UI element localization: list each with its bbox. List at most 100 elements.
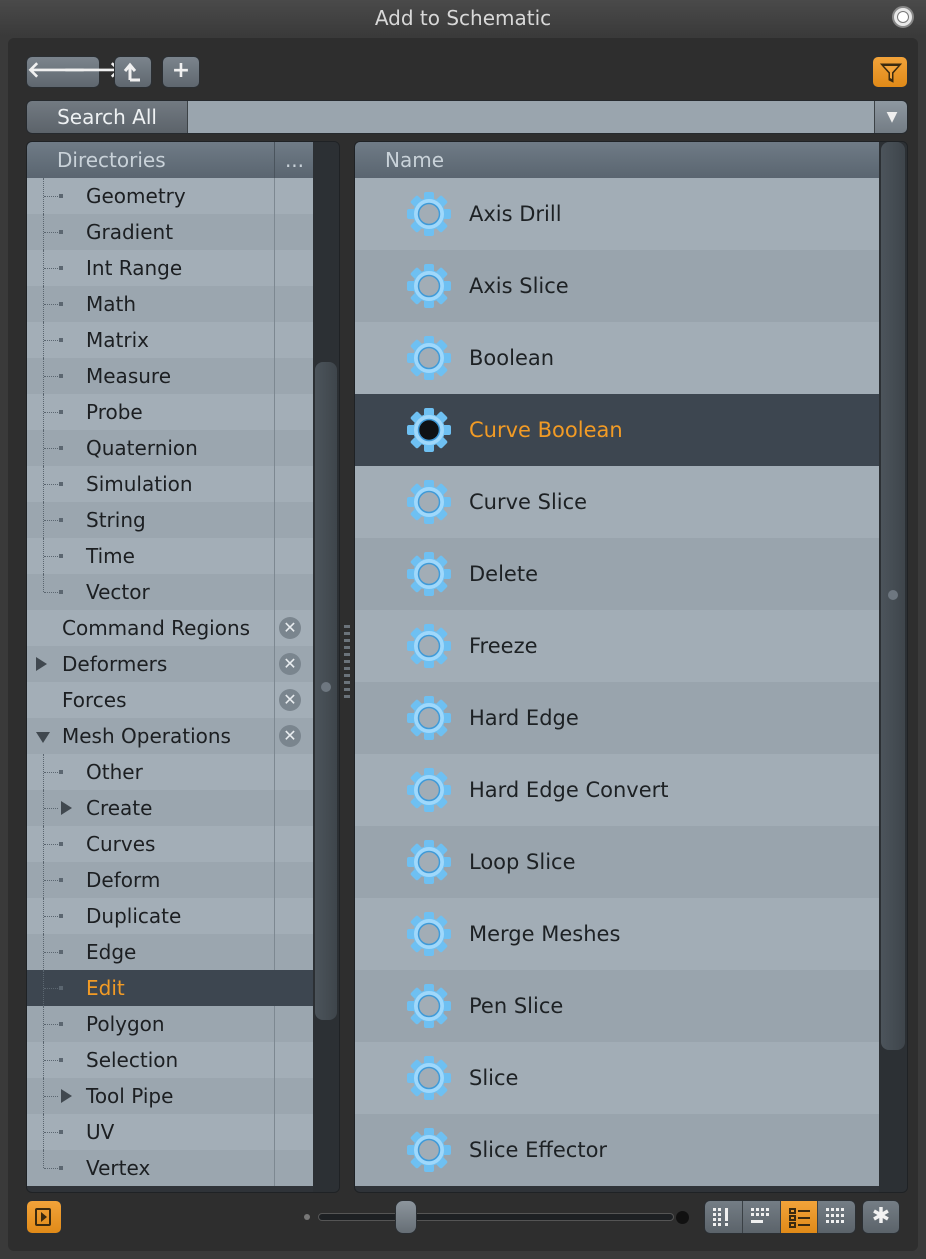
list-view-icon — [788, 1208, 810, 1228]
tree-node-icon — [59, 554, 63, 558]
directory-item-label: Duplicate — [86, 904, 182, 928]
list-item-label: Slice — [469, 1066, 519, 1090]
slider-min-icon — [304, 1214, 310, 1220]
directory-item[interactable]: Command Regions ✕ — [27, 610, 313, 646]
items-scrollbar[interactable] — [879, 142, 907, 1192]
directory-item[interactable]: Vector — [27, 574, 313, 610]
remove-directory-icon[interactable]: ✕ — [279, 617, 301, 639]
tree-node-icon — [59, 950, 63, 954]
list-item[interactable]: Freeze — [355, 610, 879, 682]
tree-node-icon — [59, 446, 63, 450]
list-item[interactable]: Slice — [355, 1042, 879, 1114]
directory-item-label: Tool Pipe — [86, 1084, 174, 1108]
settings-button[interactable]: ✱ — [862, 1200, 900, 1234]
list-item[interactable]: Hard Edge Convert — [355, 754, 879, 826]
expand-right-icon[interactable] — [61, 801, 72, 815]
tree-node-icon — [59, 230, 63, 234]
directories-scroll-thumb[interactable] — [315, 362, 337, 1020]
list-item[interactable]: Curve Boolean — [355, 394, 879, 466]
list-item[interactable]: Slice Effector — [355, 1114, 879, 1186]
directory-item-label: Simulation — [86, 472, 193, 496]
chevron-down-icon[interactable]: ▼ — [874, 101, 907, 133]
list-item[interactable]: Boolean — [355, 322, 879, 394]
window-record-icon[interactable] — [892, 6, 914, 28]
directory-item[interactable]: UV — [27, 1114, 313, 1150]
directory-item[interactable]: Int Range — [27, 250, 313, 286]
arrow-right-icon[interactable]: 🡒 — [63, 57, 122, 85]
directory-item[interactable]: Deformers ✕ — [27, 646, 313, 682]
up-level-button[interactable] — [114, 56, 152, 88]
remove-directory-icon[interactable]: ✕ — [279, 653, 301, 675]
directory-item[interactable]: Gradient — [27, 214, 313, 250]
search-input[interactable] — [188, 101, 874, 133]
expand-right-icon[interactable] — [61, 1089, 72, 1103]
directory-item[interactable]: Edge — [27, 934, 313, 970]
add-button[interactable]: + — [162, 56, 200, 88]
directory-item[interactable]: Selection — [27, 1042, 313, 1078]
filter-button[interactable] — [872, 56, 908, 88]
directory-item[interactable]: Edit — [27, 970, 313, 1006]
gear-icon — [405, 550, 453, 598]
name-column-header[interactable]: Name — [355, 142, 879, 178]
directories-more-button[interactable]: ... — [274, 142, 314, 178]
name-column-label: Name — [385, 148, 445, 172]
list-item-label: Curve Slice — [469, 490, 588, 514]
arrow-left-icon[interactable]: 🡐 — [27, 57, 86, 85]
directory-item[interactable]: Mesh Operations ✕ — [27, 718, 313, 754]
directories-header-label[interactable]: Directories — [57, 142, 166, 178]
directory-item-label: Matrix — [86, 328, 149, 352]
panel-toggle-button[interactable] — [26, 1200, 62, 1234]
list-item[interactable]: Merge Meshes — [355, 898, 879, 970]
search-scope-button[interactable]: Search All — [27, 101, 188, 133]
directory-item[interactable]: Deform — [27, 862, 313, 898]
items-scroll-thumb[interactable] — [881, 142, 905, 1050]
directory-item[interactable]: Duplicate — [27, 898, 313, 934]
view-large-grid-button[interactable] — [818, 1201, 855, 1233]
view-grid-list-button[interactable] — [742, 1201, 781, 1233]
directory-item[interactable]: String — [27, 502, 313, 538]
view-list-button[interactable] — [780, 1201, 819, 1233]
gear-icon — [405, 406, 453, 454]
icon-size-slider-thumb[interactable] — [395, 1200, 417, 1234]
directories-scrollbar[interactable] — [313, 142, 339, 1192]
list-item[interactable]: Pen Slice — [355, 970, 879, 1042]
list-item[interactable]: Loop Slice — [355, 826, 879, 898]
list-item[interactable]: Curve Slice — [355, 466, 879, 538]
directory-item[interactable]: Forces ✕ — [27, 682, 313, 718]
list-item[interactable]: Axis Slice — [355, 250, 879, 322]
directory-item[interactable]: Geometry — [27, 178, 313, 214]
tree-node-icon — [59, 266, 63, 270]
pane-splitter[interactable] — [343, 625, 351, 715]
view-small-grid-button[interactable] — [705, 1201, 743, 1233]
directory-item[interactable]: Quaternion — [27, 430, 313, 466]
expand-down-icon[interactable] — [36, 732, 50, 743]
icon-size-slider[interactable] — [318, 1213, 674, 1221]
directory-item[interactable]: Time — [27, 538, 313, 574]
list-item[interactable]: Delete — [355, 538, 879, 610]
directory-item-label: Math — [86, 292, 137, 316]
directory-item[interactable]: Tool Pipe — [27, 1078, 313, 1114]
plus-icon: + — [171, 58, 191, 83]
list-item[interactable]: Hard Edge — [355, 682, 879, 754]
directory-item[interactable]: Simulation — [27, 466, 313, 502]
directory-item[interactable]: Probe — [27, 394, 313, 430]
directory-item[interactable]: Math — [27, 286, 313, 322]
remove-directory-icon[interactable]: ✕ — [279, 689, 301, 711]
remove-directory-icon[interactable]: ✕ — [279, 725, 301, 747]
directory-item[interactable]: Other — [27, 754, 313, 790]
directory-item-label: Time — [86, 544, 135, 568]
expand-right-icon[interactable] — [36, 657, 47, 671]
directory-item[interactable]: Vertex — [27, 1150, 313, 1186]
gear-settings-icon: ✱ — [871, 1204, 891, 1229]
tree-node-icon — [59, 770, 63, 774]
tree-connector-icon — [43, 574, 44, 592]
directory-item[interactable]: Matrix — [27, 322, 313, 358]
list-item[interactable]: Axis Drill — [355, 178, 879, 250]
gear-icon — [405, 766, 453, 814]
directory-item-label: Other — [86, 760, 143, 784]
directory-item[interactable]: Polygon — [27, 1006, 313, 1042]
tree-node-icon — [59, 482, 63, 486]
directory-item[interactable]: Curves — [27, 826, 313, 862]
directory-item[interactable]: Measure — [27, 358, 313, 394]
directory-item[interactable]: Create — [27, 790, 313, 826]
